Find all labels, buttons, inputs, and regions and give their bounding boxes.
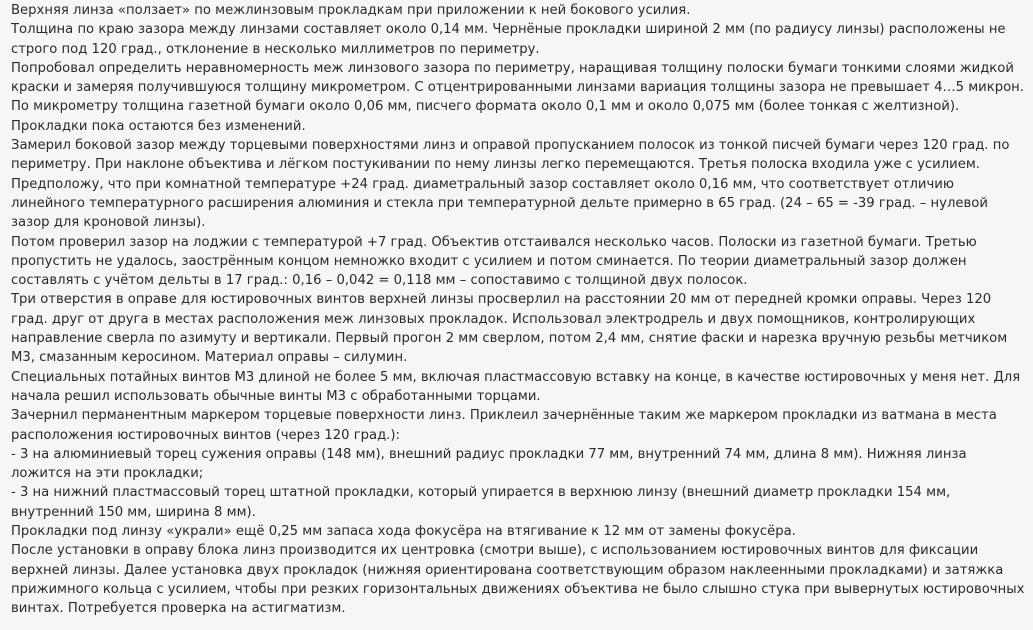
paragraph: - 3 на нижний пластмассовый торец штатно… bbox=[11, 485, 951, 520]
paragraph: Предположу, что при комнатной температур… bbox=[11, 176, 988, 231]
paragraph: Верхняя линза «ползает» по межлинзовым п… bbox=[11, 3, 691, 18]
paragraph: Специальных потайных винтов М3 длиной не… bbox=[11, 369, 1021, 404]
paragraph: - 3 на алюминиевый торец сужения оправы … bbox=[11, 446, 967, 482]
paragraph: Зачернил перманентным маркером торцевые … bbox=[11, 408, 997, 443]
paragraph: Толщина по краю зазора между линзами сос… bbox=[11, 22, 1006, 57]
paragraph: Прокладки пока остаются без изменений. bbox=[11, 118, 306, 134]
paragraph: После установки в оправу блока линз прои… bbox=[11, 543, 1025, 617]
paragraph: Три отверстия в оправе для юстировочных … bbox=[11, 292, 1008, 366]
paragraph: Прокладки под линзу «украли» ещё 0,25 мм… bbox=[11, 524, 796, 540]
paragraph: Потом проверил зазор на лоджии с темпера… bbox=[11, 234, 977, 289]
post-body: Верхняя линза «ползает» по межлинзовым п… bbox=[0, 0, 1033, 630]
paragraph: Попробовал определить неравномерность ме… bbox=[11, 60, 1024, 96]
paragraph: Замерил боковой зазор между торцевыми по… bbox=[11, 138, 1010, 173]
paragraph: По микрометру толщина газетной бумаги ок… bbox=[11, 99, 960, 115]
